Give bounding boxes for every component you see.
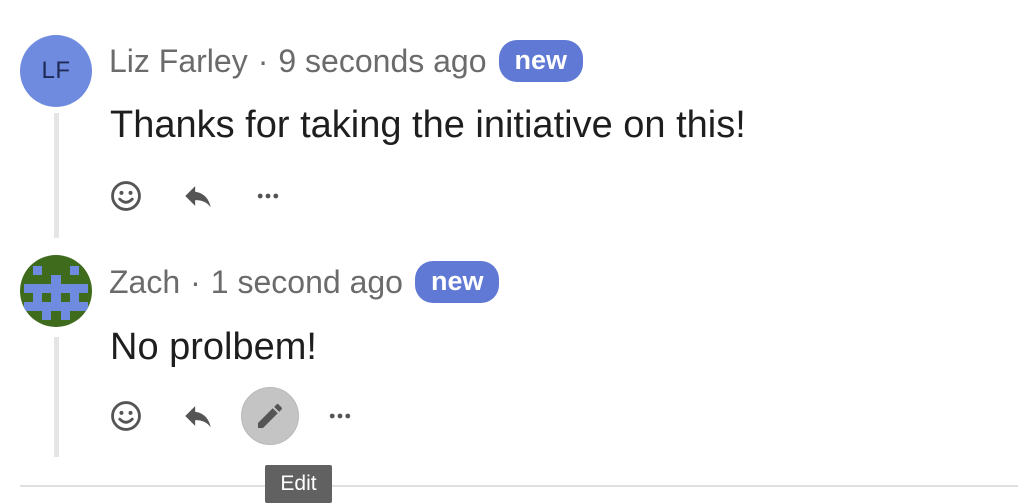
edit-tooltip: Edit [265, 465, 332, 503]
comment-item: Zach · 1 second ago new No prolbem! [0, 240, 1018, 470]
comment-author[interactable]: Liz Farley [109, 43, 248, 80]
meta-separator: · [257, 42, 269, 79]
comment-item: LF Liz Farley · 9 seconds ago new Thanks… [0, 0, 1018, 240]
reply-icon [185, 186, 211, 208]
more-options-button[interactable] [239, 167, 297, 225]
edit-button[interactable] [241, 387, 299, 445]
comment-timestamp[interactable]: 9 seconds ago [278, 43, 486, 80]
reply-icon [185, 406, 211, 428]
reply-button[interactable] [169, 167, 227, 225]
emoji-icon [111, 181, 141, 211]
pixel-identicon-image [20, 255, 92, 327]
add-reaction-button[interactable] [97, 167, 155, 225]
comment-author[interactable]: Zach [109, 264, 180, 301]
avatar[interactable] [20, 255, 92, 327]
reply-button[interactable] [169, 387, 227, 445]
more-icon [257, 193, 279, 199]
comment-timestamp[interactable]: 1 second ago [211, 264, 403, 301]
add-reaction-button[interactable] [97, 387, 155, 445]
comment-meta: Zach · 1 second ago new [109, 261, 500, 303]
comment-text: No prolbem! [110, 326, 317, 368]
meta-separator: · [190, 263, 201, 300]
thread-line [54, 113, 59, 238]
more-icon [329, 413, 351, 419]
new-badge: new [414, 261, 500, 303]
more-options-button[interactable] [311, 387, 369, 445]
comment-meta: Liz Farley · 9 seconds ago new [109, 40, 584, 82]
avatar[interactable]: LF [20, 35, 92, 107]
new-badge: new [498, 40, 584, 82]
comment-text: Thanks for taking the initiative on this… [110, 104, 746, 146]
avatar-initials: LF [41, 57, 71, 84]
section-divider [20, 485, 1018, 487]
emoji-icon [111, 401, 141, 431]
thread-line [54, 337, 59, 457]
edit-icon [258, 403, 283, 428]
